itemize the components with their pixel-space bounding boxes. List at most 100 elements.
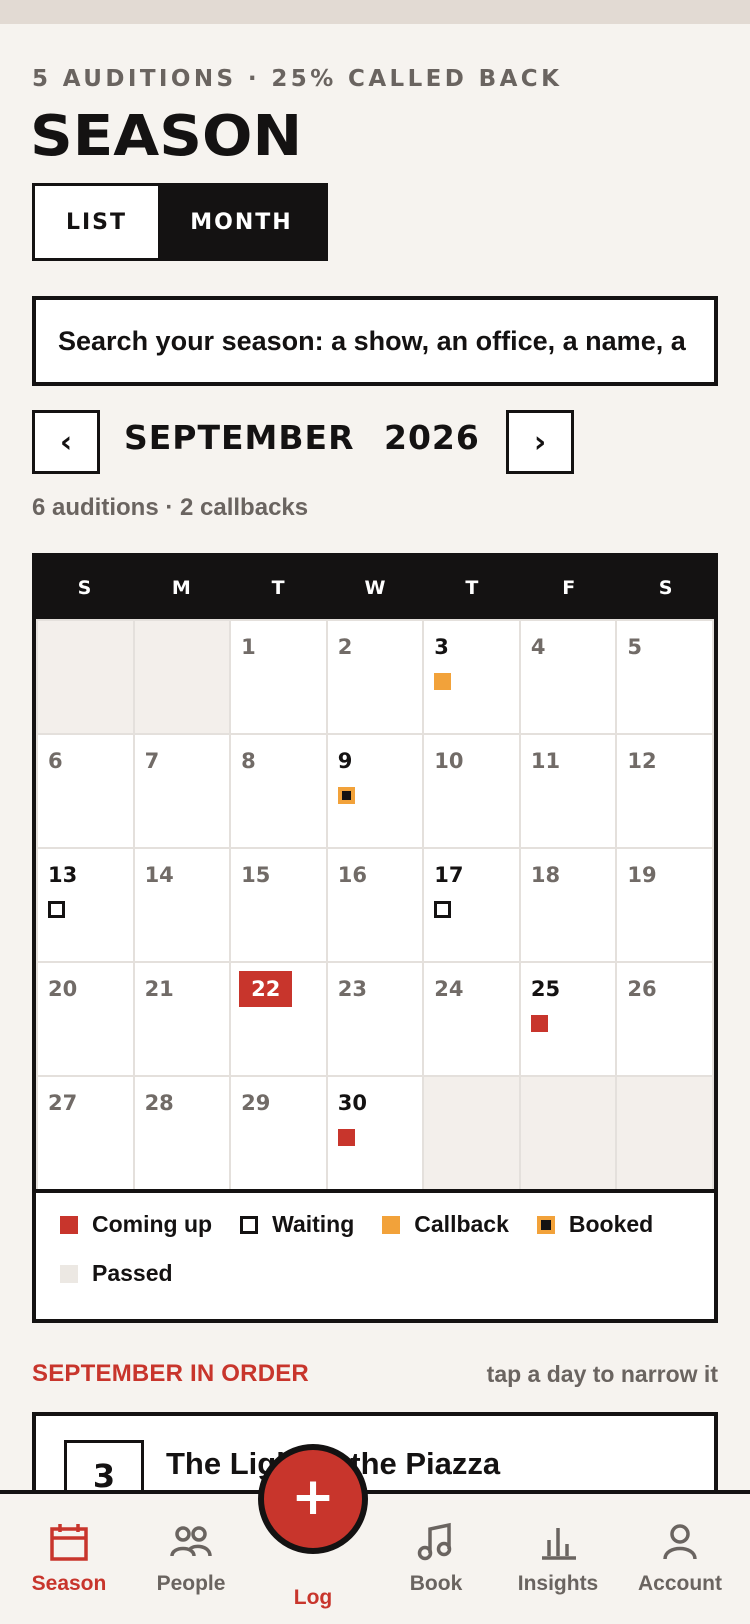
legend-label: Booked (568, 1211, 654, 1237)
day-number: 23 (337, 977, 367, 1001)
day-number: 24 (434, 977, 464, 1001)
day-number: 6 (48, 749, 63, 773)
calendar-day-11[interactable]: 11 (520, 735, 616, 847)
day-number: 28 (144, 1091, 174, 1115)
weekday-label: F (562, 577, 576, 599)
calendar-day-2[interactable]: 2 (327, 621, 423, 733)
calendar-day-26[interactable]: 26 (617, 963, 712, 1075)
calendar-blank-cell (134, 621, 230, 733)
status-bar (0, 0, 750, 24)
day-number: 7 (144, 749, 160, 773)
bottom-tab-bar: Season People Book Insights Account (0, 1490, 750, 1624)
day-number: 21 (144, 977, 174, 1001)
status-legend: Coming up Waiting Callback Booked Passed (36, 1189, 714, 1319)
tab-people[interactable]: People (131, 1494, 251, 1624)
calendar-blank-cell (520, 1077, 616, 1189)
season-stats: 5 AUDITIONS · 25% CALLED BACK (32, 66, 563, 92)
tab-insights[interactable]: Insights (498, 1494, 618, 1624)
month-summary: 6 auditions · 2 callbacks (32, 494, 309, 521)
calendar-day-30[interactable]: 30 (327, 1077, 423, 1189)
section-heading: SEPTEMBER IN ORDER (32, 1360, 309, 1387)
calendar-day-20[interactable]: 20 (38, 963, 133, 1075)
day-number: 2 (337, 635, 353, 659)
legend-item-booked: Booked (536, 1211, 654, 1238)
calendar-day-21[interactable]: 21 (134, 963, 230, 1075)
calendar-day-14[interactable]: 14 (134, 849, 230, 961)
calendar-day-18[interactable]: 18 (520, 849, 616, 961)
day-number: 20 (48, 977, 78, 1001)
calendar-day-10[interactable]: 10 (424, 735, 519, 847)
calendar-day-25[interactable]: 25 (520, 963, 616, 1075)
calendar-day-12[interactable]: 12 (617, 735, 712, 847)
next-month-button[interactable]: › (506, 410, 574, 474)
day-number: 3 (434, 635, 449, 659)
calendar-day-17[interactable]: 17 (424, 849, 519, 961)
chevron-left-icon: ‹ (59, 424, 73, 460)
calendar-day-7[interactable]: 7 (134, 735, 230, 847)
day-number: 29 (241, 1091, 271, 1115)
day-number: 30 (337, 1091, 367, 1115)
calendar-day-28[interactable]: 28 (134, 1077, 230, 1189)
coming-marker (337, 1129, 355, 1146)
legend-item-passed: Passed (60, 1260, 173, 1287)
day-number: 15 (241, 863, 271, 887)
people-icon (170, 1526, 212, 1557)
calendar-day-16[interactable]: 16 (327, 849, 423, 961)
day-number: 5 (627, 635, 643, 659)
day-number: 11 (530, 749, 561, 773)
calendar-day-1[interactable]: 1 (231, 621, 326, 733)
callback-swatch (382, 1215, 401, 1234)
waiting-swatch (240, 1215, 259, 1234)
day-number: 16 (337, 863, 367, 887)
calendar-day-29[interactable]: 29 (231, 1077, 326, 1189)
calendar-blank-cell (424, 1077, 519, 1189)
legend-label: Coming up (92, 1211, 213, 1237)
legend-label: Callback (414, 1211, 509, 1237)
calendar-day-13[interactable]: 13 (38, 849, 133, 961)
day-number: 25 (530, 977, 561, 1001)
weekday-label: W (364, 577, 386, 599)
year-label: 2026 (384, 418, 480, 457)
calendar-blank-cell (617, 1077, 712, 1189)
month-view-button[interactable]: MONTH (158, 186, 325, 258)
calendar-day-19[interactable]: 19 (617, 849, 712, 961)
tab-label: Season (31, 1572, 107, 1595)
log-label: Log (293, 1586, 333, 1609)
calendar-day-22[interactable]: 22 (231, 963, 326, 1075)
log-audition-button[interactable]: + (258, 1444, 368, 1554)
calendar-day-27[interactable]: 27 (38, 1077, 133, 1189)
tab-season[interactable]: Season (9, 1494, 129, 1624)
coming-marker (530, 1015, 548, 1032)
calendar-day-9[interactable]: 9 (327, 735, 423, 847)
calendar-day-6[interactable]: 6 (38, 735, 133, 847)
coming-swatch (60, 1215, 78, 1234)
callback-marker (434, 673, 452, 690)
list-view-button[interactable]: LIST (35, 186, 158, 258)
day-number: 1 (241, 635, 256, 659)
legend-item-coming: Coming up (60, 1211, 212, 1238)
calendar-day-4[interactable]: 4 (520, 621, 616, 733)
calendar-blank-cell (38, 621, 133, 733)
calendar-day-15[interactable]: 15 (231, 849, 326, 961)
calendar-day-3[interactable]: 3 (424, 621, 519, 733)
calendar-day-5[interactable]: 5 (617, 621, 712, 733)
tab-label: Book (409, 1572, 463, 1595)
search-box (32, 296, 718, 386)
section-hint: tap a day to narrow it (486, 1361, 718, 1387)
tab-label: Insights (517, 1572, 599, 1595)
calendar-day-8[interactable]: 8 (231, 735, 326, 847)
previous-month-button[interactable]: ‹ (32, 410, 100, 474)
weekday-label: T (271, 577, 285, 599)
calendar-icon (50, 1524, 88, 1561)
tab-account[interactable]: Account (620, 1494, 740, 1624)
day-number: 17 (434, 863, 464, 887)
legend-label: Waiting (272, 1211, 355, 1237)
search-input[interactable] (58, 325, 692, 357)
view-toggle: LIST MONTH (32, 183, 328, 261)
calendar-day-24[interactable]: 24 (424, 963, 519, 1075)
calendar-grid: 1 2 3 4 5 6 7 8 9 10 11 12 13 14 15 16 17 18 19 20 21 22 23 24 2… (36, 619, 714, 1189)
day-number: 19 (627, 863, 657, 887)
day-number: 27 (48, 1091, 78, 1115)
calendar-day-23[interactable]: 23 (327, 963, 423, 1075)
tab-book[interactable]: Book (376, 1494, 496, 1624)
